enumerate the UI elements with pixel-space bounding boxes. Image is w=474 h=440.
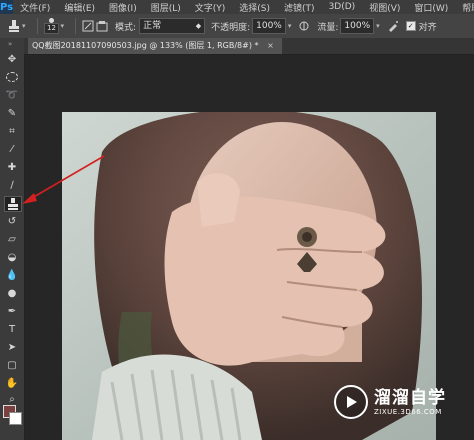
mode-value: 正常	[143, 21, 162, 31]
aligned-label: 对齐	[418, 22, 437, 33]
menu-type[interactable]: 文字(Y)	[188, 1, 233, 14]
watermark-logo-icon	[334, 385, 368, 419]
aligned-checkbox[interactable]: ✓	[405, 21, 416, 31]
clone-stamp-preset-icon[interactable]	[6, 19, 22, 33]
menu-image[interactable]: 图像(I)	[102, 1, 144, 14]
opacity-input[interactable]: 100%	[252, 18, 286, 34]
close-icon[interactable]: ×	[267, 41, 274, 50]
menu-filter[interactable]: 滤镜(T)	[277, 1, 322, 14]
tool-preset-dropdown-icon[interactable]: ▾	[22, 22, 26, 30]
path-select-tool-icon[interactable]: ➤	[4, 340, 20, 354]
eraser-tool-icon[interactable]: ▱	[4, 232, 20, 246]
eyedropper-tool-icon[interactable]: ⁄	[4, 142, 20, 156]
menu-help[interactable]: 帮助(H)	[455, 1, 474, 14]
document-tab-bar: QQ截图20181107090503.jpg @ 133% (图层 1, RGB…	[24, 38, 474, 55]
document-tab[interactable]: QQ截图20181107090503.jpg @ 133% (图层 1, RGB…	[28, 38, 282, 54]
chevron-down-icon[interactable]: ▾	[288, 22, 292, 30]
toolbar-collapse-icon[interactable]: »	[8, 40, 12, 48]
move-tool-icon[interactable]: ✥	[4, 52, 20, 66]
chevron-down-icon[interactable]: ▾	[376, 22, 380, 30]
crop-tool-icon[interactable]: ⌗	[4, 124, 20, 138]
photoshop-logo: Ps	[0, 0, 14, 14]
hand-tool-icon[interactable]: ✋	[4, 376, 20, 390]
pressure-opacity-icon[interactable]	[297, 20, 311, 32]
menu-view[interactable]: 视图(V)	[362, 1, 407, 14]
spot-healing-tool-icon[interactable]: ✚	[4, 160, 20, 174]
type-tool-icon[interactable]: T	[4, 322, 20, 336]
watermark: 溜溜自学 ZIXUE.3D66.COM	[334, 377, 458, 427]
document-tab-title: QQ截图20181107090503.jpg @ 133% (图层 1, RGB…	[32, 41, 259, 50]
watermark-title: 溜溜自学	[374, 388, 446, 408]
mode-select[interactable]: 正常 ◆	[139, 18, 206, 34]
options-bar: ▾ 12 ▾ 模式: 正常 ◆ 不透明度: 100% ▾ 流量: 100% ▾ …	[0, 14, 474, 39]
dodge-tool-icon[interactable]: ●	[4, 286, 20, 300]
background-color-swatch[interactable]	[9, 412, 22, 425]
pen-tool-icon[interactable]: ✒	[4, 304, 20, 318]
menu-window[interactable]: 窗口(W)	[407, 1, 455, 14]
shape-tool-icon[interactable]: ▢	[4, 358, 20, 372]
brush-dropdown-icon[interactable]: ▾	[61, 22, 65, 30]
zoom-tool-icon[interactable]: ⌕	[4, 392, 20, 406]
menu-select[interactable]: 选择(S)	[232, 1, 277, 14]
menu-edit[interactable]: 编辑(E)	[57, 1, 102, 14]
opacity-label: 不透明度:	[211, 22, 251, 33]
menu-3d[interactable]: 3D(D)	[322, 2, 363, 12]
marquee-tool-icon[interactable]	[4, 70, 20, 84]
airbrush-icon[interactable]	[386, 20, 400, 32]
watermark-url: ZIXUE.3D66.COM	[374, 408, 442, 416]
lasso-tool-icon[interactable]: ➰	[4, 88, 20, 102]
brush-tool-icon[interactable]: ∕	[4, 178, 20, 192]
menu-file[interactable]: 文件(F)	[13, 1, 57, 14]
history-brush-tool-icon[interactable]: ↺	[4, 214, 20, 228]
brush-panel-icon[interactable]	[81, 20, 95, 32]
clone-source-panel-icon[interactable]	[95, 20, 109, 32]
divider	[75, 18, 77, 34]
clone-stamp-tool-icon[interactable]	[4, 196, 22, 212]
blur-tool-icon[interactable]: 💧	[4, 268, 20, 282]
chevron-down-icon: ◆	[195, 22, 202, 30]
brush-size-value: 12	[44, 23, 59, 34]
flow-input[interactable]: 100%	[340, 18, 375, 34]
menu-bar: Ps 文件(F) 编辑(E) 图像(I) 图层(L) 文字(Y) 选择(S) 滤…	[0, 0, 474, 14]
mode-label: 模式:	[115, 22, 137, 33]
divider	[36, 18, 38, 34]
menu-layer[interactable]: 图层(L)	[144, 1, 188, 14]
brush-preview-icon[interactable]: 12	[43, 18, 61, 34]
quick-select-tool-icon[interactable]: ✎	[4, 106, 20, 120]
tools-panel: » ✥ ➰ ✎ ⌗ ⁄ ✚ ∕ ↺ ▱ ◒ 💧 ● ✒ T ➤ ▢ ✋ ⌕	[0, 38, 25, 440]
paint-bucket-tool-icon[interactable]: ◒	[4, 250, 20, 264]
flow-label: 流量:	[317, 22, 339, 33]
